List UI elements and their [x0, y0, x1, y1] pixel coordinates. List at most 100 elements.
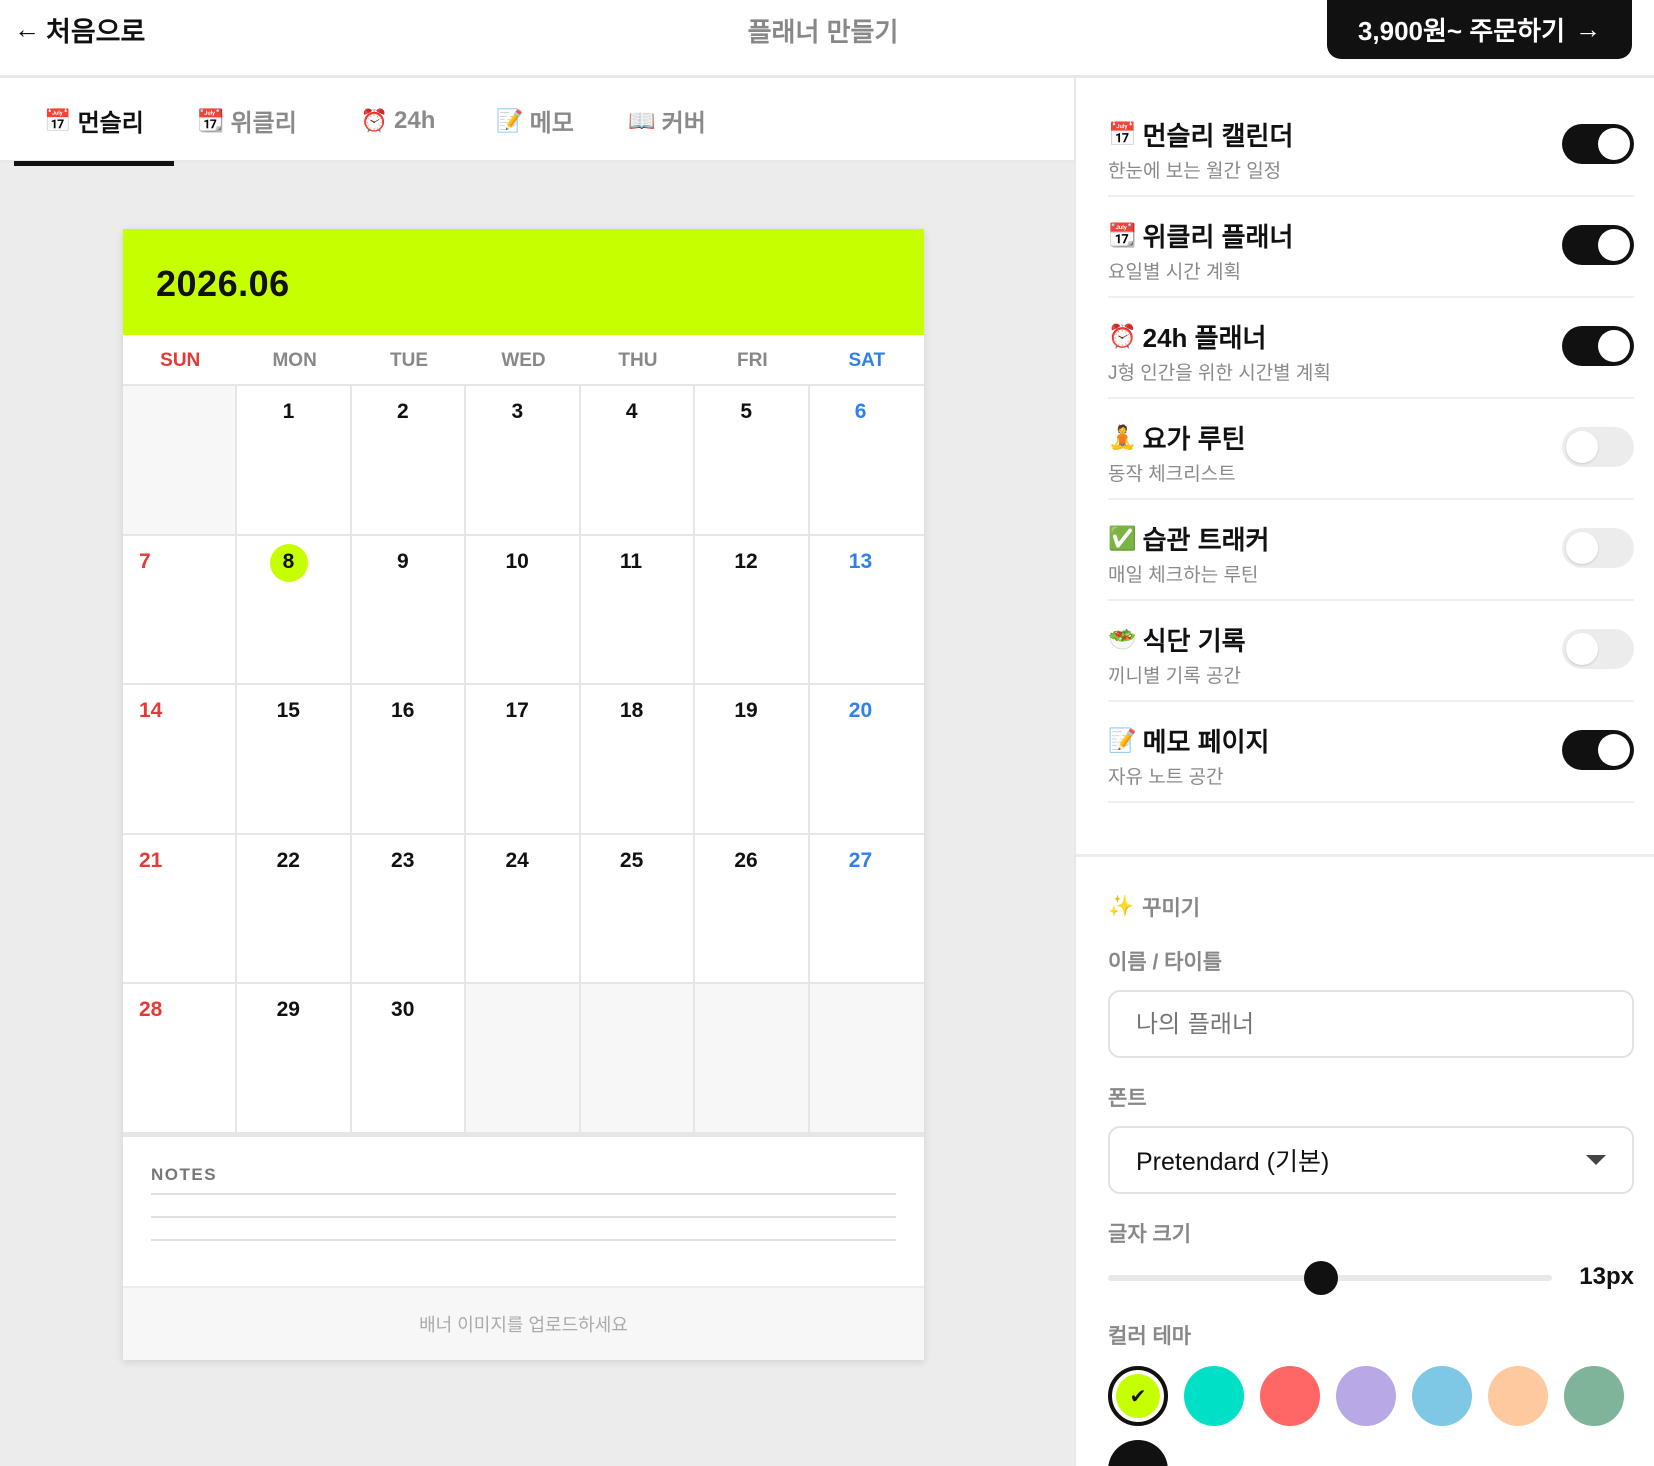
weekday-row: SUN MON TUE WED THU FRI SAT	[123, 335, 924, 386]
font-value: Pretendard (기본)	[1136, 1148, 1330, 1176]
day-number: 5	[740, 400, 753, 423]
toggle-knob	[1566, 431, 1598, 463]
weekday-label: FRI	[737, 349, 768, 371]
calendar-day-cell[interactable]: 25	[580, 834, 696, 985]
color-swatch[interactable]	[1336, 1366, 1396, 1426]
tab-monthly[interactable]: 📅 먼슬리	[14, 78, 174, 166]
day-number: 1	[282, 400, 295, 423]
calendar-day-cell[interactable]: 11	[580, 535, 696, 686]
calendar-day-cell[interactable]: 5	[695, 386, 810, 536]
calendar-day-cell[interactable]: 17	[466, 685, 581, 835]
calendar-day-cell[interactable]: 30	[351, 984, 467, 1134]
name-label: 이름 / 타이틀	[1108, 951, 1223, 974]
option-toggle[interactable]	[1562, 326, 1634, 366]
calendar-day-cell[interactable]: 23	[351, 834, 467, 985]
day-number: 24	[505, 848, 529, 872]
color-swatch[interactable]	[1260, 1366, 1320, 1426]
size-label: 글자 크기	[1108, 1223, 1192, 1246]
calendar-day-cell[interactable]: 28	[123, 984, 238, 1134]
calendar-day-cell[interactable]: 29	[237, 984, 352, 1134]
banner-upload[interactable]: 배너 이미지를 업로드하세요	[123, 1286, 924, 1360]
calendar-empty-cell	[123, 386, 238, 536]
calendar-empty-cell	[580, 984, 696, 1134]
calendar-day-cell[interactable]: 9	[351, 535, 467, 686]
color-swatch[interactable]: ✔	[1108, 1366, 1168, 1426]
calendar-day-cell[interactable]: 26	[695, 834, 810, 985]
calendar-day-cell[interactable]: 24	[466, 834, 581, 985]
calendar-day-cell[interactable]: 6	[809, 386, 924, 536]
sparkles-icon: ✨	[1108, 895, 1135, 918]
option-title-wrap: 📆 위클리 플래너	[1108, 217, 1293, 254]
calendar-day-cell[interactable]: 7	[123, 535, 238, 686]
tab-label: 24h	[394, 106, 436, 134]
chevron-down-icon	[1586, 1155, 1606, 1165]
tab-bar: 📅 먼슬리 📆 위클리 ⏰ 24h 📝 메모 📖 커버	[0, 78, 1074, 166]
option-toggle[interactable]	[1562, 427, 1634, 467]
tab-cover[interactable]: 📖 커버	[622, 78, 712, 163]
toggle-knob	[1566, 532, 1598, 564]
color-swatch[interactable]	[1488, 1366, 1548, 1426]
calendar-day-cell[interactable]: 18	[580, 685, 696, 835]
color-swatch[interactable]	[1564, 1366, 1624, 1426]
book-icon: 📖	[628, 107, 656, 133]
calendar-icon: 📅	[1108, 121, 1137, 147]
font-select[interactable]: Pretendard (기본)	[1108, 1126, 1634, 1194]
calendar-day-cell[interactable]: 16	[351, 685, 467, 835]
salad-icon: 🥗	[1108, 626, 1137, 652]
notes-label: NOTES	[151, 1165, 218, 1184]
calendar-day-cell[interactable]: 20	[809, 685, 924, 835]
calendar-day-cell[interactable]: 14	[123, 685, 238, 835]
tab-24h[interactable]: ⏰ 24h	[348, 78, 448, 163]
calendar-header: 2026.06	[123, 229, 924, 335]
note-line	[151, 1216, 896, 1218]
option-toggle[interactable]	[1562, 730, 1634, 770]
calendar-day-cell[interactable]: 27	[809, 835, 924, 985]
color-swatch[interactable]	[1108, 1440, 1168, 1466]
check-box-icon: ✅	[1108, 525, 1137, 551]
day-number: 13	[848, 549, 873, 573]
font-size-slider[interactable]	[1108, 1261, 1552, 1295]
option-description: J형 인간을 위한 시간별 계획	[1108, 363, 1331, 384]
calendar-day-cell[interactable]: 22	[237, 834, 352, 985]
calendar-day-cell[interactable]: 4	[580, 386, 696, 536]
color-swatch[interactable]	[1184, 1366, 1244, 1426]
section-divider	[1076, 854, 1654, 857]
calendar-empty-cell	[695, 984, 810, 1134]
option-toggle[interactable]	[1562, 225, 1634, 265]
calendar-day-cell[interactable]: 21	[123, 834, 238, 985]
day-number: 27	[848, 848, 873, 872]
title-input[interactable]	[1108, 990, 1634, 1058]
option-title-wrap: ⏰ 24h 플래너	[1108, 318, 1266, 355]
notes-section: NOTES	[123, 1134, 924, 1286]
page-option-row: 📆 위클리 플래너 요일별 시간 계획	[1108, 197, 1634, 298]
toggle-knob	[1598, 128, 1630, 160]
day-number: 28	[139, 998, 163, 1022]
option-title: 메모 페이지	[1142, 727, 1270, 757]
color-swatch[interactable]	[1412, 1366, 1472, 1426]
option-title: 요가 루틴	[1142, 424, 1246, 454]
order-button[interactable]: 3,900원~ 주문하기 →	[1327, 0, 1632, 59]
calendar-day-cell[interactable]: 19	[695, 685, 810, 835]
option-description: 한눈에 보는 월간 일정	[1108, 161, 1282, 182]
toggle-knob	[1598, 229, 1630, 261]
theme-label: 컬러 테마	[1108, 1325, 1192, 1348]
calendar-day-cell[interactable]: 10	[466, 535, 581, 686]
calendar-day-cell[interactable]: 1	[237, 386, 352, 536]
option-toggle[interactable]	[1562, 528, 1634, 568]
settings-panel: 📅 먼슬리 캘린더 한눈에 보는 월간 일정 📆 위클리 플래너 요일별 시간 계획 ⏰ 24…	[1074, 78, 1654, 1466]
tab-memo[interactable]: 📝 메모	[490, 78, 580, 163]
calendar-day-cell[interactable]: 12	[695, 535, 810, 686]
calendar-day-cell[interactable]: 13	[809, 536, 924, 686]
calendar-day-cell[interactable]: 8	[237, 535, 352, 686]
arrow-right-icon: →	[1575, 14, 1602, 44]
weekday-label: THU	[618, 349, 658, 371]
top-header: ← 처음으로 플래너 만들기 3,900원~ 주문하기 →	[0, 0, 1654, 78]
day-number: 4	[625, 400, 638, 423]
option-toggle[interactable]	[1562, 124, 1634, 164]
calendar-day-cell[interactable]: 2	[351, 386, 467, 536]
calendar-day-cell[interactable]: 15	[237, 685, 352, 835]
option-toggle[interactable]	[1562, 629, 1634, 669]
calendar-day-cell[interactable]: 3	[466, 386, 581, 536]
slider-handle[interactable]	[1304, 1261, 1339, 1295]
tab-weekly[interactable]: 📆 위클리	[192, 78, 302, 163]
